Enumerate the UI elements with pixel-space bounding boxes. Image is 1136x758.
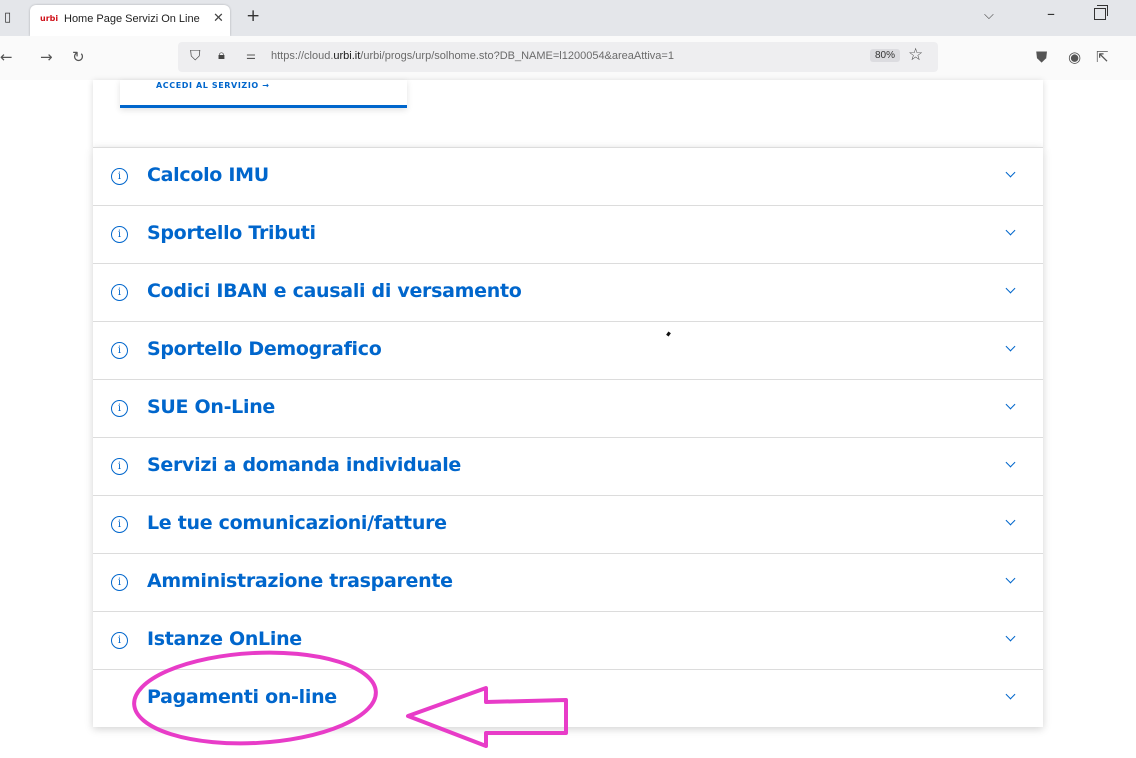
accordion-item-istanze-online[interactable]: i Istanze OnLine: [93, 611, 1043, 669]
chevron-down-icon[interactable]: [1005, 631, 1016, 642]
info-icon[interactable]: i: [111, 226, 128, 243]
accordion-item-label[interactable]: Istanze OnLine: [147, 628, 302, 650]
chevron-down-icon[interactable]: [1005, 225, 1016, 236]
zoom-indicator[interactable]: 80%: [870, 49, 901, 62]
info-icon[interactable]: i: [111, 342, 128, 359]
access-service-link[interactable]: ACCEDI AL SERVIZIO →: [156, 81, 270, 90]
chevron-down-icon[interactable]: [1005, 573, 1016, 584]
pocket-icon[interactable]: ⛊: [1036, 48, 1047, 66]
accordion-item-label[interactable]: Sportello Tributi: [147, 222, 316, 244]
chevron-down-icon[interactable]: [1005, 515, 1016, 526]
lock-icon[interactable]: 🔒︎: [218, 48, 225, 63]
info-icon[interactable]: i: [111, 516, 128, 533]
close-icon[interactable]: ✕: [213, 11, 224, 26]
chevron-down-icon[interactable]: [1005, 167, 1016, 178]
plus-icon[interactable]: +: [246, 6, 260, 26]
accordion-item-label[interactable]: Sportello Demografico: [147, 338, 382, 360]
info-icon[interactable]: i: [111, 632, 128, 649]
chevron-down-icon[interactable]: [1005, 399, 1016, 410]
chevron-down-icon[interactable]: [1005, 283, 1016, 294]
extensions-icon[interactable]: ⇱: [1096, 48, 1109, 66]
shield-icon[interactable]: ⛉: [190, 48, 201, 64]
info-icon[interactable]: i: [111, 574, 128, 591]
url-text[interactable]: https://cloud.urbi.it/urbi/progs/urp/sol…: [271, 50, 674, 62]
browser-tab[interactable]: urbi Home Page Servizi On Line ✕: [30, 5, 230, 36]
forward-icon[interactable]: →: [40, 48, 53, 66]
accordion-item-codici-iban[interactable]: i Codici IBAN e causali di versamento: [93, 263, 1043, 321]
info-icon[interactable]: i: [111, 168, 128, 185]
chevron-down-icon[interactable]: [1005, 689, 1016, 700]
accordion-item-label[interactable]: Amministrazione trasparente: [147, 570, 453, 592]
info-icon[interactable]: i: [111, 458, 128, 475]
account-icon[interactable]: ◉: [1068, 48, 1081, 66]
accordion-item-pagamenti-online[interactable]: Pagamenti on-line: [93, 669, 1043, 727]
urbi-favicon-icon: urbi: [40, 14, 59, 23]
accordion-item-sue-online[interactable]: i SUE On-Line: [93, 379, 1043, 437]
tab-bar: ▯ urbi Home Page Servizi On Line ✕ + ⌵ –: [0, 0, 1136, 36]
navigation-bar: ← → ↻ ⛉ 🔒︎ ⚌ https://cloud.urbi.it/urbi/…: [0, 36, 1136, 80]
accordion-item-comunicazioni[interactable]: i Le tue comunicazioni/fatture: [93, 495, 1043, 553]
info-icon[interactable]: i: [111, 400, 128, 417]
accordion-item-label[interactable]: Pagamenti on-line: [147, 686, 337, 708]
accordion-item-calcolo-imu[interactable]: i Calcolo IMU: [93, 147, 1043, 205]
back-icon[interactable]: ←: [0, 48, 13, 66]
sidebar-icon[interactable]: ▯: [4, 10, 11, 25]
accordion-item-label[interactable]: Calcolo IMU: [147, 164, 269, 186]
info-icon[interactable]: i: [111, 284, 128, 301]
minimize-icon[interactable]: –: [1047, 4, 1055, 23]
service-card: ACCEDI AL SERVIZIO →: [93, 80, 1043, 147]
star-icon[interactable]: ☆: [908, 45, 923, 65]
accordion-item-amministrazione[interactable]: i Amministrazione trasparente: [93, 553, 1043, 611]
tab-title: Home Page Servizi On Line: [64, 13, 200, 25]
chevron-down-icon[interactable]: [1005, 457, 1016, 468]
chevron-down-icon[interactable]: [1005, 341, 1016, 352]
accordion-item-sportello-tributi[interactable]: i Sportello Tributi: [93, 205, 1043, 263]
chevron-down-icon[interactable]: ⌵: [984, 8, 994, 23]
services-accordion: i Calcolo IMU i Sportello Tributi i Codi…: [93, 147, 1043, 727]
accordion-item-servizi-domanda[interactable]: i Servizi a domanda individuale: [93, 437, 1043, 495]
reload-icon[interactable]: ↻: [72, 48, 85, 66]
accordion-item-label[interactable]: Servizi a domanda individuale: [147, 454, 461, 476]
restore-icon[interactable]: [1094, 5, 1108, 20]
accordion-item-label[interactable]: Le tue comunicazioni/fatture: [147, 512, 447, 534]
accordion-item-label[interactable]: SUE On-Line: [147, 396, 275, 418]
accordion-item-sportello-demografico[interactable]: i Sportello Demografico: [93, 321, 1043, 379]
permissions-icon[interactable]: ⚌: [246, 49, 256, 62]
service-box: ACCEDI AL SERVIZIO →: [120, 80, 407, 108]
address-bar[interactable]: ⛉ 🔒︎ ⚌ https://cloud.urbi.it/urbi/progs/…: [178, 42, 938, 72]
accordion-item-label[interactable]: Codici IBAN e causali di versamento: [147, 280, 522, 302]
